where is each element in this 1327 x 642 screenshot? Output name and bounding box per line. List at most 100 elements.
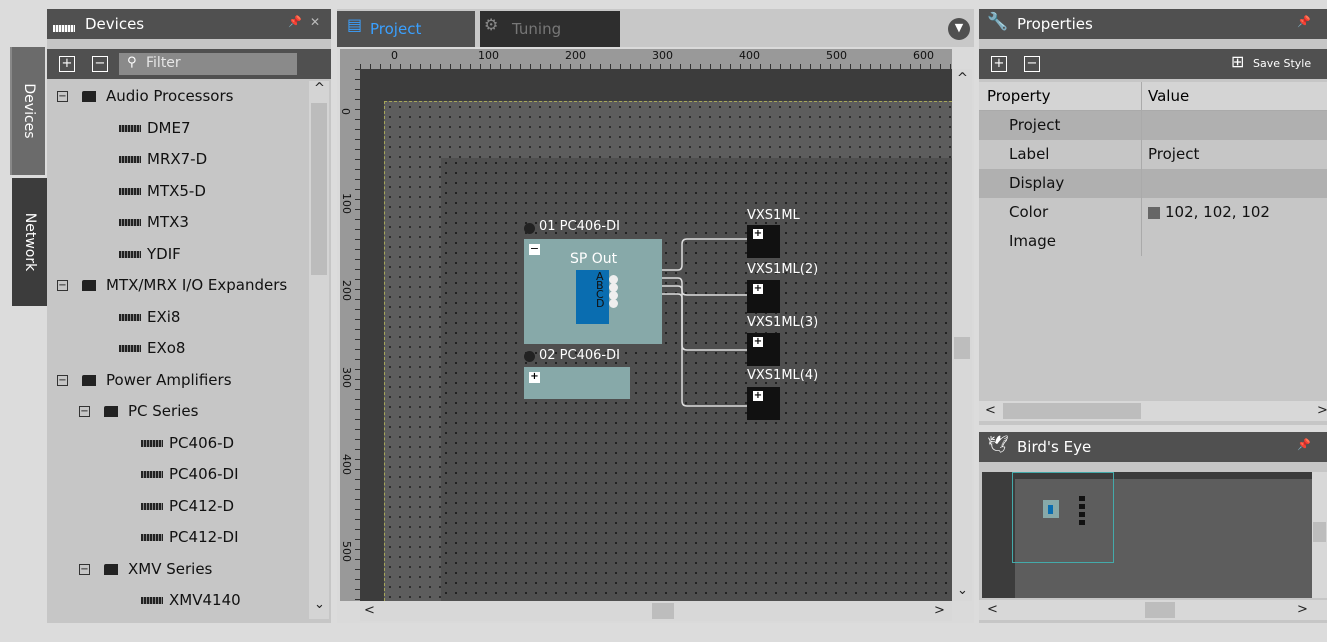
tree-item-label: PC406-D: [169, 433, 235, 452]
tab-menu-button[interactable]: ▼: [948, 18, 970, 40]
tree-device[interactable]: PC412-DI: [141, 522, 239, 553]
vscroll-up-arrow[interactable]: ^: [957, 71, 968, 86]
ruler-horizontal: 0 100 200 300 400 500 600: [360, 49, 952, 69]
birds-eye-hscroll[interactable]: < >: [979, 600, 1327, 620]
tree-device[interactable]: MRX7-D: [119, 144, 207, 175]
birds-eye-viewport[interactable]: [1012, 472, 1114, 563]
speaker1[interactable]: +: [747, 225, 780, 258]
properties-panel: 🔧 Properties 📌 + − ⊞ Save Style Property…: [979, 9, 1327, 425]
design-canvas[interactable]: 01 PC406-DI − SP Out A B C D 02 PC406-DI…: [360, 69, 952, 601]
collapse-toggle-icon[interactable]: −: [57, 280, 68, 291]
side-tab-network[interactable]: Network: [12, 178, 47, 306]
hscroll-right-arrow[interactable]: >: [1297, 602, 1308, 617]
tree-device[interactable]: EXi8: [119, 302, 180, 333]
amp2-expand-button[interactable]: +: [529, 372, 540, 383]
tab-project[interactable]: ▤ Project: [337, 11, 475, 47]
birds-eye-port: [1048, 505, 1053, 514]
tree-device[interactable]: XMV4140: [141, 585, 241, 616]
save-style-icon[interactable]: ⊞: [1231, 52, 1244, 71]
side-tab-devices[interactable]: Devices: [10, 47, 45, 175]
scroll-thumb[interactable]: [311, 103, 327, 275]
speaker4[interactable]: +: [747, 387, 780, 420]
collapse-toggle-icon[interactable]: −: [79, 406, 90, 417]
hscroll-thumb[interactable]: [1145, 602, 1175, 618]
hscroll-right-arrow[interactable]: >: [1317, 403, 1327, 418]
tab-tuning[interactable]: ⚙ Tuning: [480, 11, 620, 47]
canvas-hscroll[interactable]: < >: [360, 601, 952, 621]
tree-item-label: PC412-DI: [169, 528, 239, 546]
hscroll-left-arrow[interactable]: <: [985, 403, 996, 418]
collapse-toggle-icon[interactable]: −: [57, 91, 68, 102]
speaker4-expand-icon[interactable]: +: [753, 391, 763, 401]
tree-device[interactable]: EXo8: [119, 333, 185, 364]
birds-eye-view[interactable]: [982, 472, 1312, 598]
tree-folder[interactable]: − XMV Series: [79, 554, 212, 585]
collapse-toggle-icon[interactable]: −: [79, 563, 90, 575]
canvas-vscroll[interactable]: ^ ⌄: [952, 69, 972, 601]
tree-device[interactable]: MTX5-D: [119, 176, 206, 207]
tree-device[interactable]: PC412-D: [141, 491, 234, 522]
amp1-block[interactable]: − SP Out A B C D: [524, 239, 662, 344]
amp1-collapse-button[interactable]: −: [529, 243, 540, 255]
hscroll-left-arrow[interactable]: <: [364, 603, 375, 618]
folder-icon: [82, 374, 96, 386]
close-icon[interactable]: ✕: [310, 15, 320, 29]
tree-folder[interactable]: − Audio Processors: [57, 81, 233, 112]
hscroll-thumb[interactable]: [652, 603, 674, 619]
speaker2-expand-icon[interactable]: +: [753, 284, 763, 294]
speaker3[interactable]: +: [747, 333, 780, 366]
property-name: Color: [1009, 203, 1049, 221]
folder-icon: [82, 280, 96, 291]
filter-input[interactable]: ⚲ Filter: [119, 53, 297, 75]
collapse-toggle-icon[interactable]: −: [57, 374, 68, 386]
collapse-all-button[interactable]: −: [1024, 56, 1040, 72]
tree-folder[interactable]: − Power Amplifiers: [57, 365, 232, 396]
tree-device[interactable]: YDIF: [119, 239, 181, 270]
property-row[interactable]: Color 102, 102, 102: [979, 198, 1327, 227]
scroll-down-arrow[interactable]: ⌄: [314, 597, 325, 612]
ruler-v-tick: 300: [340, 367, 353, 388]
property-value[interactable]: 102, 102, 102: [1165, 198, 1270, 227]
property-value[interactable]: Project: [1148, 140, 1199, 169]
amp2-block[interactable]: +: [524, 367, 630, 399]
hscroll-right-arrow[interactable]: >: [934, 603, 945, 618]
tree-folder[interactable]: − MTX/MRX I/O Expanders: [57, 270, 287, 301]
ruler-v-tick: 200: [340, 280, 353, 301]
save-style-button[interactable]: Save Style: [1253, 57, 1311, 70]
col-property: Property: [987, 87, 1051, 105]
birds-eye-panel: 🕊 Bird's Eye 📌 < >: [979, 432, 1327, 623]
tree-device[interactable]: PC406-D: [141, 428, 234, 459]
tree-device[interactable]: PC406-DI: [141, 459, 239, 490]
port-d[interactable]: [609, 299, 618, 308]
vscroll-down-arrow[interactable]: ⌄: [957, 583, 968, 598]
pin-icon[interactable]: 📌: [288, 15, 302, 28]
birds-eye-vscroll[interactable]: [1312, 472, 1327, 598]
expand-all-button[interactable]: +: [991, 56, 1007, 72]
tree-item-label: Audio Processors: [106, 87, 234, 105]
tree-folder[interactable]: − PC Series: [79, 396, 198, 427]
collapse-all-button[interactable]: −: [92, 56, 108, 72]
scroll-up-arrow[interactable]: ^: [314, 81, 325, 96]
speaker2[interactable]: +: [747, 280, 780, 313]
pin-icon[interactable]: 📌: [1297, 438, 1311, 451]
property-row[interactable]: Label Project: [979, 140, 1327, 169]
tree-device[interactable]: MTX3: [119, 207, 189, 238]
pin-icon[interactable]: 📌: [1297, 15, 1311, 28]
property-name: Project: [1009, 116, 1061, 134]
property-row-category: Project: [979, 111, 1327, 140]
tree-item-label: YDIF: [147, 244, 181, 263]
tree-scrollbar[interactable]: ^ ⌄: [309, 81, 329, 619]
vscroll-thumb[interactable]: [954, 337, 970, 359]
hscroll-left-arrow[interactable]: <: [987, 602, 998, 617]
property-row[interactable]: Image: [979, 227, 1327, 256]
ruler-v-tick: 500: [340, 541, 353, 562]
expand-all-button[interactable]: +: [59, 56, 75, 72]
hscroll-thumb[interactable]: [1003, 403, 1141, 419]
speaker1-expand-icon[interactable]: +: [753, 229, 763, 239]
birds-eye-amp: [1043, 500, 1059, 518]
speaker3-expand-icon[interactable]: +: [753, 337, 763, 347]
vscroll-thumb[interactable]: [1313, 522, 1326, 542]
folder-icon: [104, 563, 118, 575]
tree-device[interactable]: DME7: [119, 113, 191, 144]
properties-hscroll[interactable]: < >: [979, 401, 1327, 421]
